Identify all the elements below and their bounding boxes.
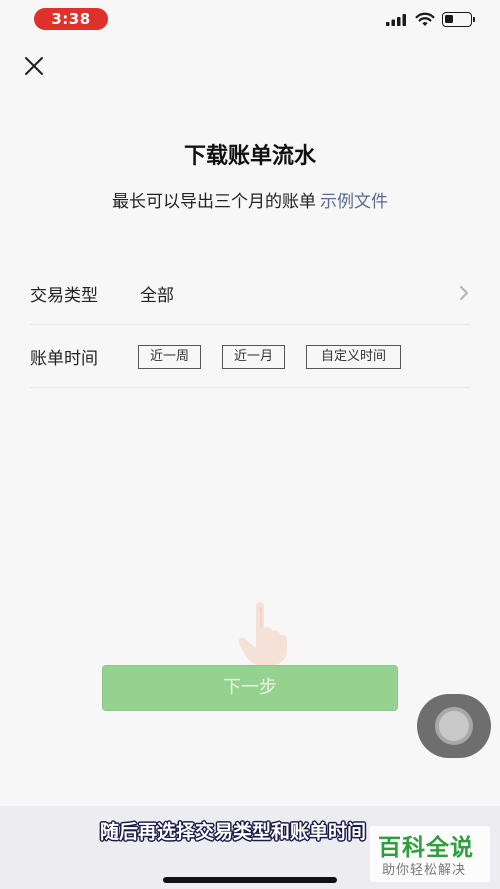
watermark-logo: 百科全说 助你轻松解决 [370,826,490,882]
transaction-type-value: 全部 [140,286,174,306]
bill-time-row: 账单时间 近一周 近一月 自定义时间 [30,324,470,388]
transaction-type-label: 交易类型 [30,286,98,306]
option-last-month[interactable]: 近一月 [222,345,285,369]
subtitle-text: 最长可以导出三个月的账单 [112,192,316,212]
next-step-button[interactable]: 下一步 [102,665,398,711]
hand-pointer-icon [238,602,287,666]
status-bar: 3:38 [0,0,500,40]
option-last-week[interactable]: 近一周 [138,345,201,369]
battery-level [445,15,453,23]
battery-cap [473,17,475,22]
transaction-type-row[interactable]: 交易类型 全部 [30,261,470,325]
video-caption: 随后再选择交易类型和账单时间 [100,821,367,843]
battery-icon [442,12,472,27]
watermark-title: 百科全说 [378,835,474,861]
page-title: 下载账单流水 [183,144,316,169]
assistive-touch-inner [435,707,473,745]
sample-file-link[interactable]: 示例文件 [320,192,388,212]
chevron-right-icon [460,286,468,300]
assistive-touch-button[interactable] [417,694,491,758]
signal-icon [386,14,406,26]
status-time: 3:38 [34,8,108,30]
close-icon[interactable] [20,52,48,80]
bill-time-label: 账单时间 [30,349,98,369]
subtitle: 最长可以导出三个月的账单 示例文件 [0,187,500,212]
home-indicator[interactable] [163,877,337,883]
watermark-subtitle: 助你轻松解决 [382,863,467,878]
option-custom-time[interactable]: 自定义时间 [306,345,401,369]
wifi-icon [415,12,435,26]
